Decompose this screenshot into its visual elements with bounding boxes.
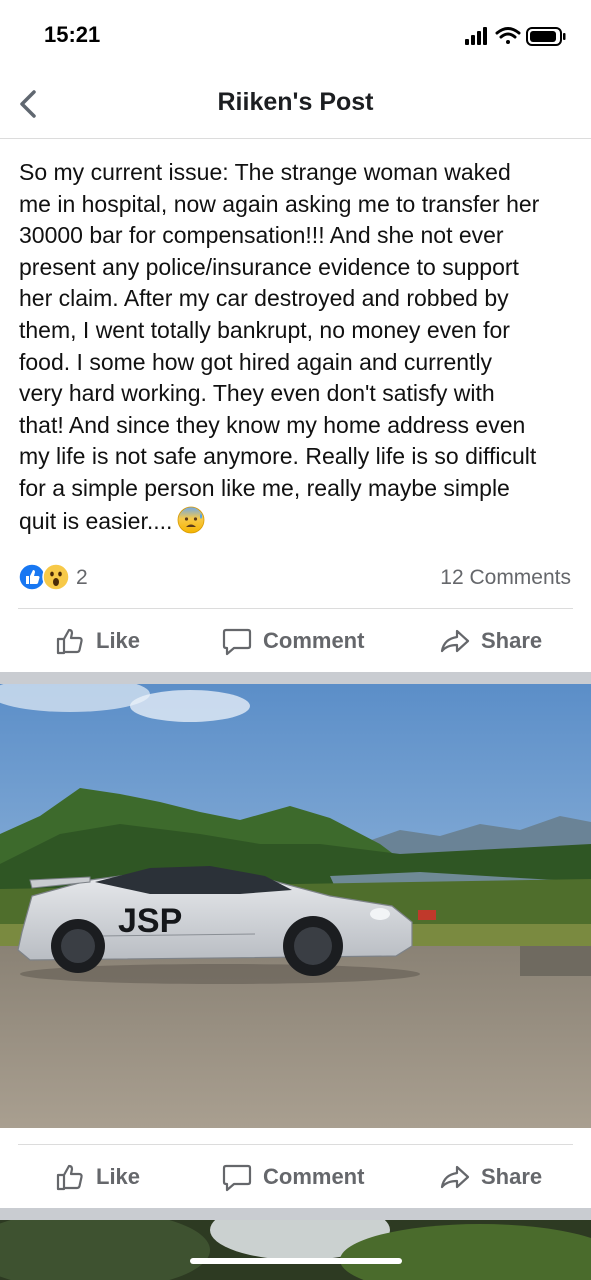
- post-text: So my current issue: The strange woman w…: [19, 159, 540, 534]
- status-bar: 15:21: [0, 0, 591, 70]
- comment-label: Comment: [263, 628, 365, 653]
- car-decal-text: JSP: [118, 902, 182, 940]
- wifi-icon: [495, 27, 521, 44]
- next-photo-illustration: [0, 1220, 591, 1280]
- comment-bubble-icon: [222, 1164, 252, 1192]
- section-separator: [0, 672, 591, 684]
- share-label: Share: [481, 628, 543, 653]
- photo-like-button[interactable]: Like: [54, 1147, 140, 1207]
- divider: [18, 608, 573, 609]
- comments-count-link[interactable]: 12 Comments: [440, 566, 571, 590]
- comment-bubble-icon: [222, 628, 252, 656]
- post-header: Riiken's Post: [0, 70, 591, 139]
- photo-action-bar: Like Comment Share: [0, 1147, 591, 1207]
- share-label: Share: [481, 1164, 543, 1189]
- photo-share-button[interactable]: Share: [439, 1147, 542, 1207]
- cellular-signal-icon: [465, 27, 487, 45]
- thumbs-up-icon: [56, 1164, 83, 1191]
- page-title: Riiken's Post: [217, 88, 374, 116]
- thumbs-up-icon: [56, 628, 83, 655]
- share-button[interactable]: Share: [439, 611, 542, 671]
- section-separator: [0, 1208, 591, 1220]
- reaction-count: 2: [76, 566, 88, 589]
- anxious-face-with-sweat-icon: [178, 506, 205, 533]
- status-time: 15:21: [44, 22, 101, 47]
- home-indicator[interactable]: [190, 1258, 402, 1264]
- status-icons: [465, 27, 566, 46]
- like-label: Like: [96, 628, 141, 653]
- comment-label: Comment: [263, 1164, 365, 1189]
- comment-button[interactable]: Comment: [221, 611, 364, 671]
- wow-reaction-icon: [42, 563, 70, 591]
- next-post-photo[interactable]: [0, 1220, 591, 1280]
- post-action-bar: Like Comment Share: [0, 611, 591, 671]
- photo-comment-button[interactable]: Comment: [221, 1147, 364, 1207]
- battery-icon: [526, 27, 566, 46]
- post-photo[interactable]: JSP: [0, 684, 591, 1128]
- like-label: Like: [96, 1164, 141, 1189]
- divider: [18, 1144, 573, 1145]
- share-arrow-icon: [440, 1165, 470, 1189]
- like-button[interactable]: Like: [54, 611, 140, 671]
- share-arrow-icon: [440, 629, 470, 653]
- post-body: So my current issue: The strange woman w…: [19, 157, 574, 537]
- car-photo-illustration: JSP: [0, 684, 591, 1128]
